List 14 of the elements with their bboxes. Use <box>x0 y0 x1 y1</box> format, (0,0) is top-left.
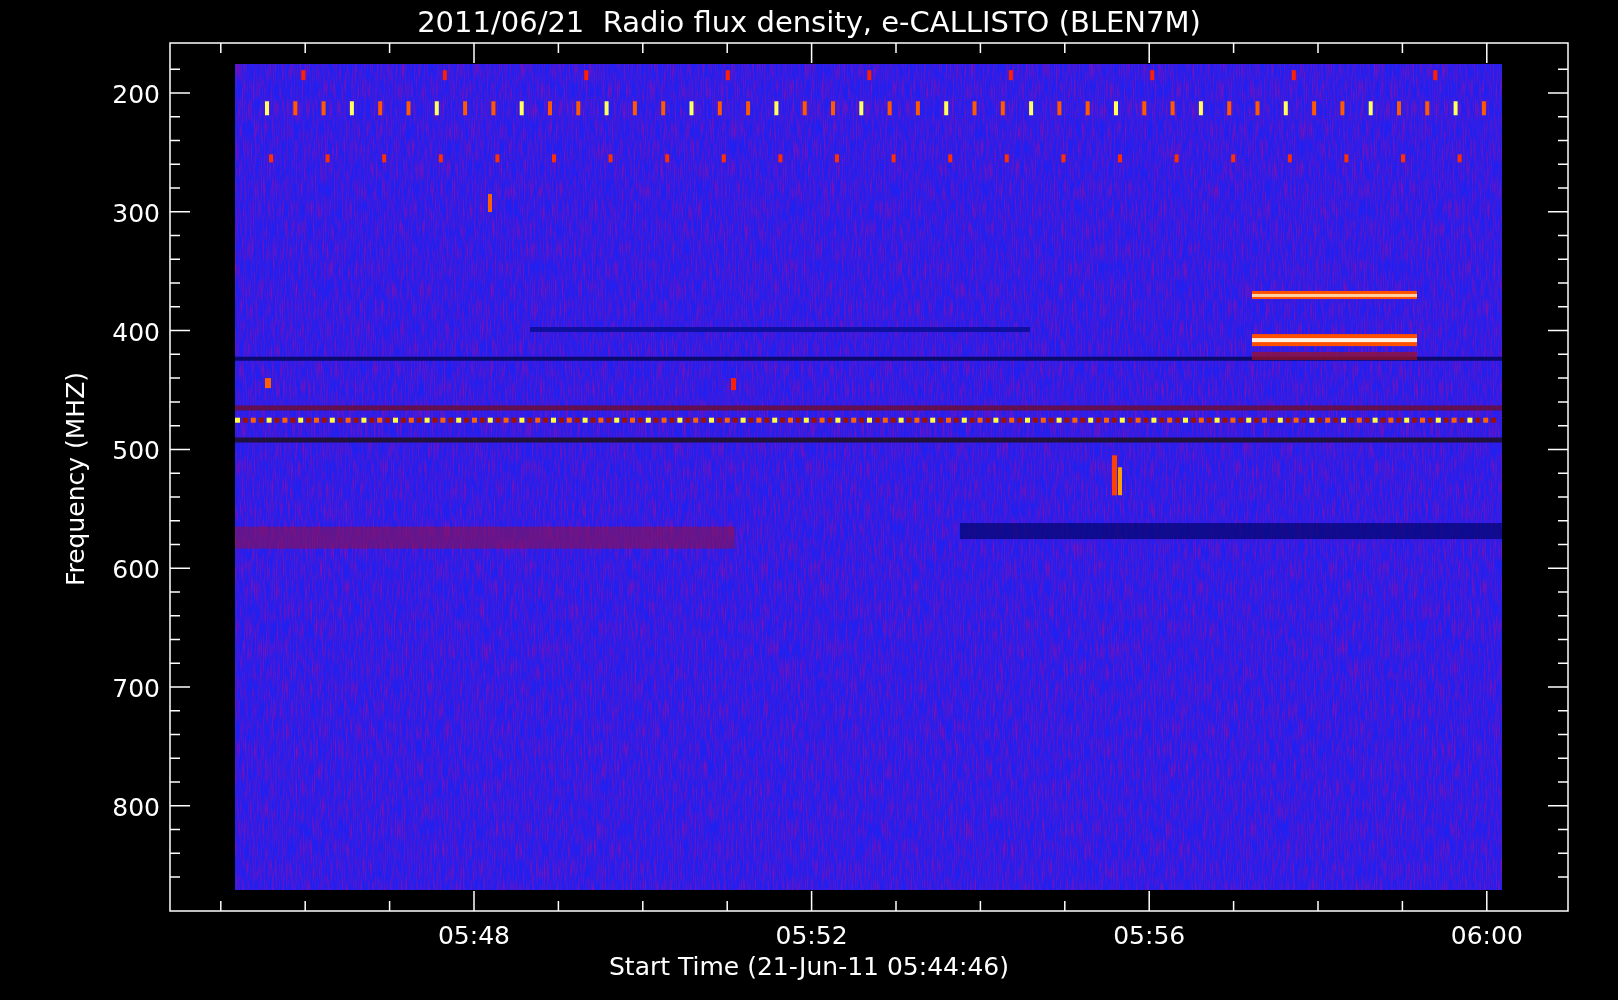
y-tick-label: 200 <box>112 80 160 109</box>
y-tick-label: 500 <box>112 436 160 466</box>
y-tick-label: 800 <box>112 792 160 822</box>
x-tick-label: 05:48 <box>438 921 510 950</box>
y-tick-label: 600 <box>112 555 160 585</box>
y-tick-label: 700 <box>112 674 160 703</box>
y-tick-label: 300 <box>112 198 160 228</box>
y-tick-label: 400 <box>112 317 160 347</box>
x-tick-label: 05:56 <box>1113 921 1186 950</box>
x-tick-label: 05:52 <box>775 921 848 950</box>
x-axis-label: Start Time (21-Jun-11 05:44:46) <box>609 952 1009 981</box>
y-axis-label: Frequency (MHZ) <box>61 371 90 587</box>
chart-title: 2011/06/21 Radio flux density, e-CALLISTO (BLEN7M) <box>417 5 1201 39</box>
x-tick-label: 06:00 <box>1450 921 1523 950</box>
